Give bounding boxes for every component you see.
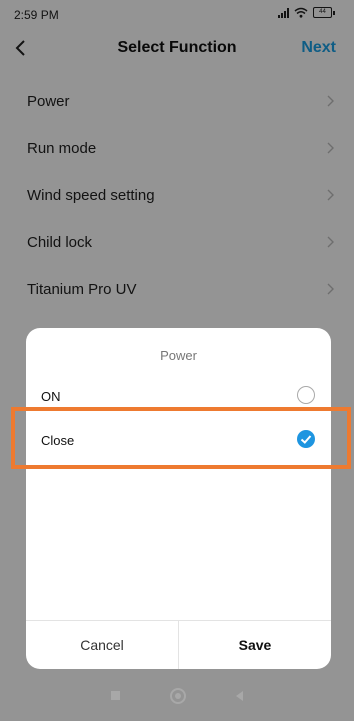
- dialog-footer: Cancel Save: [26, 620, 331, 669]
- annotation-highlight-box: [11, 407, 351, 469]
- option-label: ON: [41, 389, 61, 404]
- recent-apps-icon[interactable]: [111, 691, 120, 700]
- cancel-button[interactable]: Cancel: [26, 621, 179, 669]
- home-icon[interactable]: [170, 687, 186, 704]
- system-nav-bar: [0, 670, 354, 721]
- nav-back-icon[interactable]: [236, 690, 243, 701]
- dialog-title: Power: [160, 348, 197, 363]
- save-button[interactable]: Save: [179, 621, 331, 669]
- power-dialog: Power ON Close Cancel Save: [26, 328, 331, 669]
- radio-unselected-icon[interactable]: [297, 386, 315, 404]
